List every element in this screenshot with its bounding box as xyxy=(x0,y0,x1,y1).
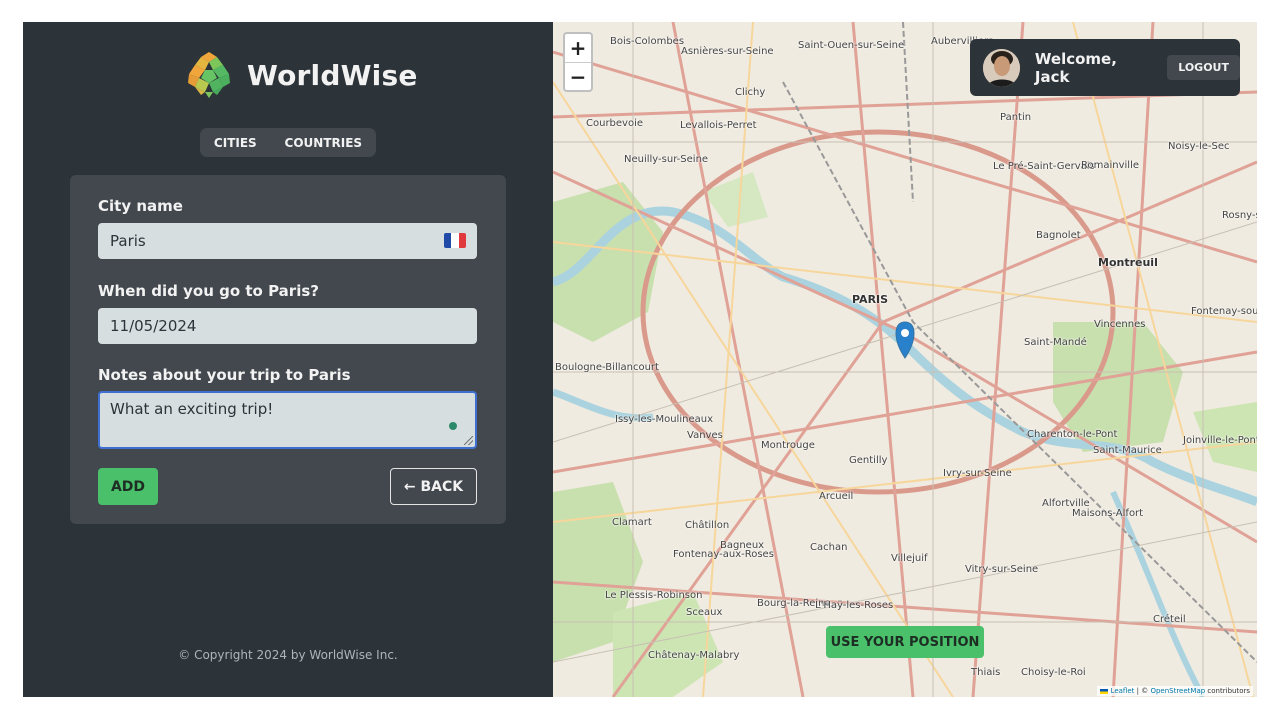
map-label: Cachan xyxy=(810,542,848,553)
map-label: Ivry-sur-Seine xyxy=(943,468,1012,479)
copyright: © Copyright 2024 by WorldWise Inc. xyxy=(178,648,398,662)
map-label: Vanves xyxy=(687,430,723,441)
map-label: Rosny-s xyxy=(1222,210,1257,221)
avatar xyxy=(983,48,1020,87)
map-label: Saint-Mandé xyxy=(1024,337,1087,348)
map-label: Vincennes xyxy=(1094,319,1146,330)
map-label: Romainville xyxy=(1081,160,1140,171)
map-label: Maisons-Alfort xyxy=(1072,508,1144,519)
osm-link[interactable]: OpenStreetMap xyxy=(1150,687,1205,695)
map-label: Boulogne-Billancourt xyxy=(555,362,659,373)
map-label: Thiais xyxy=(971,667,1001,678)
logout-button[interactable]: LOGOUT xyxy=(1167,55,1240,80)
map-label: Saint-Maurice xyxy=(1093,445,1162,456)
ukraine-flag-icon xyxy=(1100,688,1109,694)
map-label: Clamart xyxy=(612,517,652,528)
notes-label: Notes about your trip to Paris xyxy=(98,366,351,384)
sidebar: WorldWise CITIES COUNTRIES City name Par… xyxy=(23,22,553,697)
france-flag-icon xyxy=(444,233,466,248)
city-name-label: City name xyxy=(98,197,183,215)
zoom-in-button[interactable]: + xyxy=(565,34,591,63)
map-label: Bois-Colombes xyxy=(610,36,685,47)
map-label: Vitry-sur-Seine xyxy=(965,564,1039,575)
nav-tabs: CITIES COUNTRIES xyxy=(200,128,376,157)
map-label: Courbevoie xyxy=(586,118,644,129)
map-label: Le Pré-Saint-Gervais xyxy=(993,161,1095,172)
map-label: Châtillon xyxy=(685,520,730,531)
map-label: Neuilly-sur-Seine xyxy=(624,154,709,165)
add-button[interactable]: ADD xyxy=(98,468,158,505)
logo[interactable]: WorldWise xyxy=(184,50,418,100)
city-name-value: Paris xyxy=(110,232,146,250)
city-name-input[interactable]: Paris xyxy=(98,223,477,259)
notes-value: What an exciting trip! xyxy=(110,400,274,418)
map-label: Bagnolet xyxy=(1036,230,1081,241)
map-label: L'Haÿ-les-Roses xyxy=(815,600,894,611)
map-label: Joinville-le-Pont xyxy=(1183,435,1257,446)
map-label: Fontenay-aux-Roses xyxy=(673,549,774,560)
avatar-photo-icon xyxy=(983,48,1020,87)
grammar-check-icon[interactable] xyxy=(449,422,457,430)
map-label: Créteil xyxy=(1153,614,1186,625)
date-input[interactable]: 11/05/2024 xyxy=(98,308,477,344)
map-label: Arcueil xyxy=(819,491,854,502)
map-label: Pantin xyxy=(1000,112,1032,123)
app-layout: WorldWise CITIES COUNTRIES City name Par… xyxy=(23,22,1257,697)
map-label: Noisy-le-Sec xyxy=(1168,141,1230,152)
date-value: 11/05/2024 xyxy=(110,317,197,335)
map-label: Charenton-le-Pont xyxy=(1027,429,1118,440)
use-position-button[interactable]: USE YOUR POSITION xyxy=(826,626,984,658)
tab-cities[interactable]: CITIES xyxy=(206,132,265,154)
tab-countries[interactable]: COUNTRIES xyxy=(277,132,371,154)
notes-textarea[interactable]: What an exciting trip! xyxy=(98,391,477,449)
map-label: Sceaux xyxy=(686,607,723,618)
map[interactable]: Bois-Colombes Asnières-sur-Seine Saint-O… xyxy=(553,22,1257,697)
logo-icon xyxy=(185,51,233,99)
resize-handle-icon[interactable] xyxy=(464,436,473,445)
map-label: Issy-les-Moulineaux xyxy=(615,414,713,425)
map-label: Châtenay-Malabry xyxy=(648,650,740,661)
map-label: Le Plessis-Robinson xyxy=(605,590,703,601)
map-label: Villejuif xyxy=(891,553,928,564)
map-label: Fontenay-sous-Bois xyxy=(1191,306,1257,317)
attribution-suffix: contributors xyxy=(1205,687,1250,695)
zoom-out-button[interactable]: − xyxy=(565,63,591,91)
map-label: Saint-Ouen-sur-Seine xyxy=(798,40,905,51)
user-panel: Welcome, Jack LOGOUT xyxy=(970,39,1240,96)
leaflet-link[interactable]: Leaflet xyxy=(1111,687,1135,695)
map-label: Clichy xyxy=(735,87,766,98)
map-attribution: Leaflet | © OpenStreetMap contributors xyxy=(1097,686,1253,696)
brand-name: WorldWise xyxy=(247,58,418,92)
map-label: Choisy-le-Roi xyxy=(1021,667,1086,678)
map-label: Montrouge xyxy=(761,440,815,451)
welcome-text: Welcome, Jack xyxy=(1034,49,1117,86)
zoom-control: + − xyxy=(563,32,593,92)
add-city-form: City name Paris When did you go to Paris… xyxy=(70,175,506,524)
map-label: Gentilly xyxy=(849,455,888,466)
map-label: Levallois-Perret xyxy=(680,120,757,131)
map-label: Asnières-sur-Seine xyxy=(681,46,774,57)
map-label: Montreuil xyxy=(1098,256,1158,269)
back-button[interactable]: ← BACK xyxy=(390,468,477,505)
attribution-separator: | © xyxy=(1134,687,1151,695)
map-label: PARIS xyxy=(852,293,889,306)
date-label: When did you go to Paris? xyxy=(98,282,319,300)
